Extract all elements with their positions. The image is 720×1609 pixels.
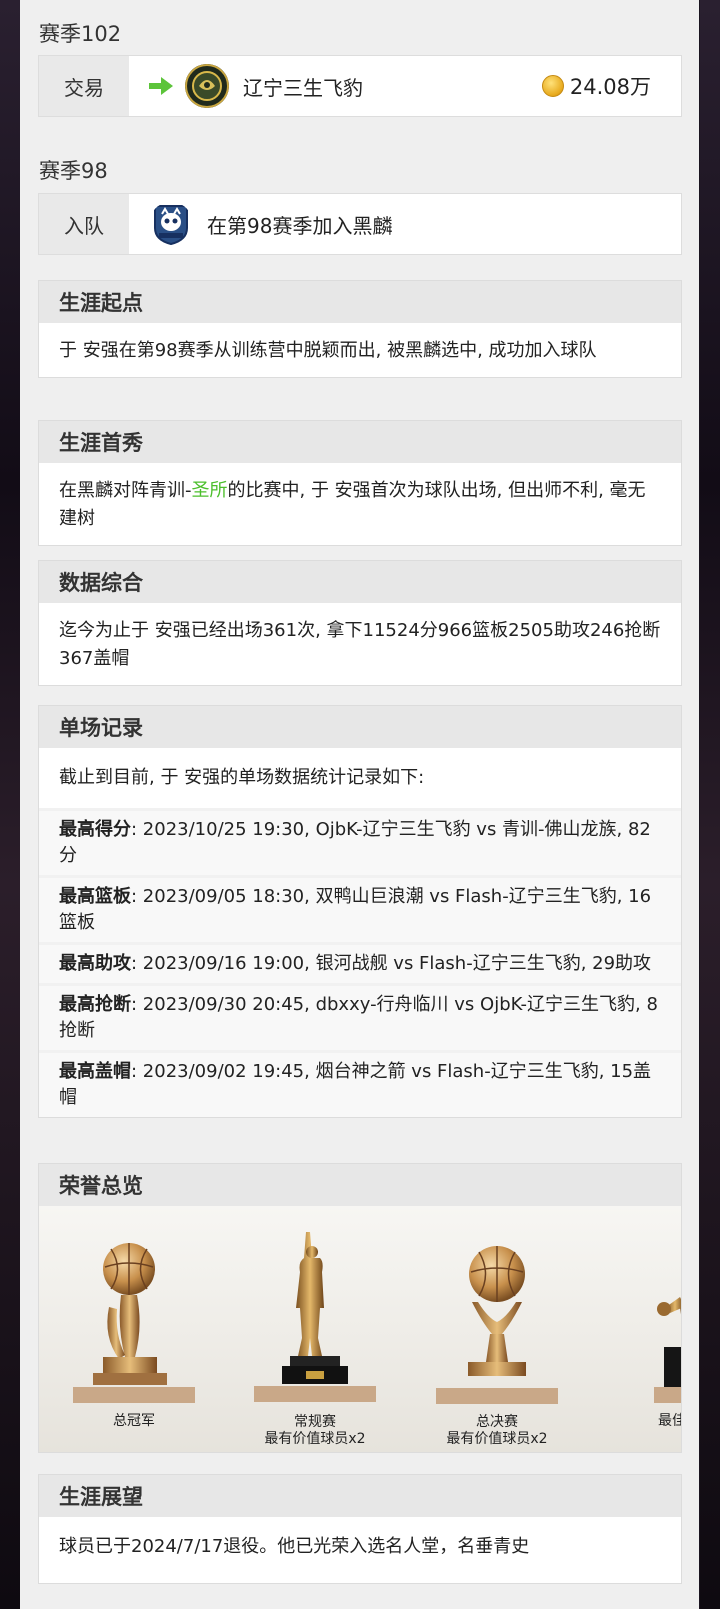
record-text: : 2023/09/16 19:00, 银河战舰 vs Flash-辽宁三生飞豹…	[131, 953, 652, 974]
career-start-card: 生涯起点 于 安强在第98赛季从训练营中脱颖而出, 被黑麟选中, 成功加入球队	[38, 280, 682, 378]
team-name[interactable]: 辽宁三生飞豹	[243, 72, 363, 101]
ball-trophy-icon	[436, 1246, 558, 1404]
card-header: 生涯起点	[39, 281, 681, 323]
opponent-team-link[interactable]: 圣所	[192, 480, 228, 501]
honor-item[interactable]: 常规赛 最有价值球员x2	[235, 1228, 395, 1448]
stats-summary-card: 数据综合 迄今为止于 安强已经出场361次, 拿下11524分966篮板2505…	[38, 560, 682, 686]
record-row: 最高助攻: 2023/09/16 19:00, 银河战舰 vs Flash-辽宁…	[39, 942, 681, 983]
single-game-records-card: 单场记录 截止到目前, 于 安强的单场数据统计记录如下: 最高得分: 2023/…	[38, 705, 682, 1118]
honor-label-line1: 常规赛	[294, 1414, 336, 1430]
player-statue-trophy-icon	[654, 1297, 681, 1403]
records-intro: 截止到目前, 于 安强的单场数据统计记录如下:	[59, 767, 425, 788]
career-debut-card: 生涯首秀 在黑麟对阵青训-圣所的比赛中, 于 安强首次为球队出场, 但出师不利,…	[38, 420, 682, 546]
card-header: 生涯首秀	[39, 421, 681, 463]
career-outlook-card: 生涯展望 球员已于2024/7/17退役。他已光荣入选名人堂，名垂青史	[38, 1474, 682, 1584]
ball-trophy-icon	[73, 1243, 195, 1403]
team-logo-icon	[149, 202, 193, 246]
record-row: 最高得分: 2023/10/25 19:30, OjbK-辽宁三生飞豹 vs 青…	[39, 808, 681, 875]
background-left	[0, 0, 20, 1609]
card-header: 数据综合	[39, 561, 681, 603]
honors-carousel[interactable]: 总冠军 常规赛 最有价值球员x2 总决赛 最有价值球员x2 最佳	[39, 1206, 681, 1452]
arrow-right-icon	[149, 77, 173, 95]
event-type: 入队	[39, 194, 129, 254]
debut-text: 在黑麟对阵青训-	[59, 480, 192, 501]
season-title: 赛季98	[39, 159, 108, 183]
transfer-fee: 24.08万	[541, 71, 651, 101]
player-statue-trophy-icon	[254, 1232, 376, 1402]
honor-label-line1: 总决赛	[476, 1414, 518, 1430]
career-panel: 赛季102 交易 辽宁三生飞豹 24.08万 赛季98 入队 在第98赛季加入黑…	[20, 0, 699, 1609]
record-row: 最高盖帽: 2023/09/02 19:45, 烟台神之箭 vs Flash-辽…	[39, 1050, 681, 1117]
team-logo-icon	[185, 64, 229, 108]
card-body: 迄今为止于 安强已经出场361次, 拿下11524分966篮板2505助攻246…	[59, 620, 661, 669]
honor-label: 最佳控	[658, 1413, 681, 1429]
card-header: 单场记录	[39, 706, 681, 748]
transfer-fee-value: 24.08万	[569, 75, 651, 99]
record-text: : 2023/09/05 18:30, 双鸭山巨浪潮 vs Flash-辽宁三生…	[59, 886, 652, 933]
card-header: 荣誉总览	[39, 1164, 681, 1206]
card-body: 球员已于2024/7/17退役。他已光荣入选名人堂，名垂青史	[59, 1536, 530, 1557]
record-label: 最高助攻	[59, 953, 131, 974]
record-row: 最高篮板: 2023/09/05 18:30, 双鸭山巨浪潮 vs Flash-…	[39, 875, 681, 942]
event-type: 交易	[39, 56, 129, 116]
record-label: 最高抢断	[59, 994, 131, 1015]
season-event-row[interactable]: 交易 辽宁三生飞豹 24.08万	[38, 55, 682, 117]
honor-item[interactable]: 总冠军	[54, 1237, 214, 1430]
record-row: 最高抢断: 2023/09/30 20:45, dbxxy-行舟临川 vs Oj…	[39, 983, 681, 1050]
honor-label: 总冠军	[113, 1413, 155, 1429]
season-event-row[interactable]: 入队 在第98赛季加入黑麟	[38, 193, 682, 255]
honors-card: 荣誉总览 总冠军 常规赛 最有价值球员x2 总决赛 最有价值球员x2 最佳	[38, 1163, 682, 1453]
event-description: 在第98赛季加入黑麟	[207, 213, 393, 238]
honor-label-line2: 最有价值球员x2	[264, 1431, 366, 1447]
coin-icon	[541, 75, 564, 97]
record-text: : 2023/10/25 19:30, OjbK-辽宁三生飞豹 vs 青训-佛山…	[59, 819, 651, 866]
record-label: 最高篮板	[59, 886, 131, 907]
card-body: 于 安强在第98赛季从训练营中脱颖而出, 被黑麟选中, 成功加入球队	[59, 340, 597, 361]
record-text: : 2023/09/02 19:45, 烟台神之箭 vs Flash-辽宁三生飞…	[59, 1061, 652, 1108]
card-header: 生涯展望	[39, 1475, 681, 1517]
card-body: 在黑麟对阵青训-圣所的比赛中, 于 安强首次为球队出场, 但出师不利, 毫无建树	[39, 463, 681, 545]
record-label: 最高得分	[59, 819, 131, 840]
season-title: 赛季102	[39, 22, 122, 46]
background-right	[700, 0, 720, 1609]
record-text: : 2023/09/30 20:45, dbxxy-行舟临川 vs OjbK-辽…	[59, 994, 658, 1041]
honor-item[interactable]: 最佳控	[599, 1237, 681, 1430]
honor-label-line2: 最有价值球员x2	[446, 1431, 548, 1447]
honor-item[interactable]: 总决赛 最有价值球员x2	[417, 1238, 577, 1448]
record-label: 最高盖帽	[59, 1061, 131, 1082]
